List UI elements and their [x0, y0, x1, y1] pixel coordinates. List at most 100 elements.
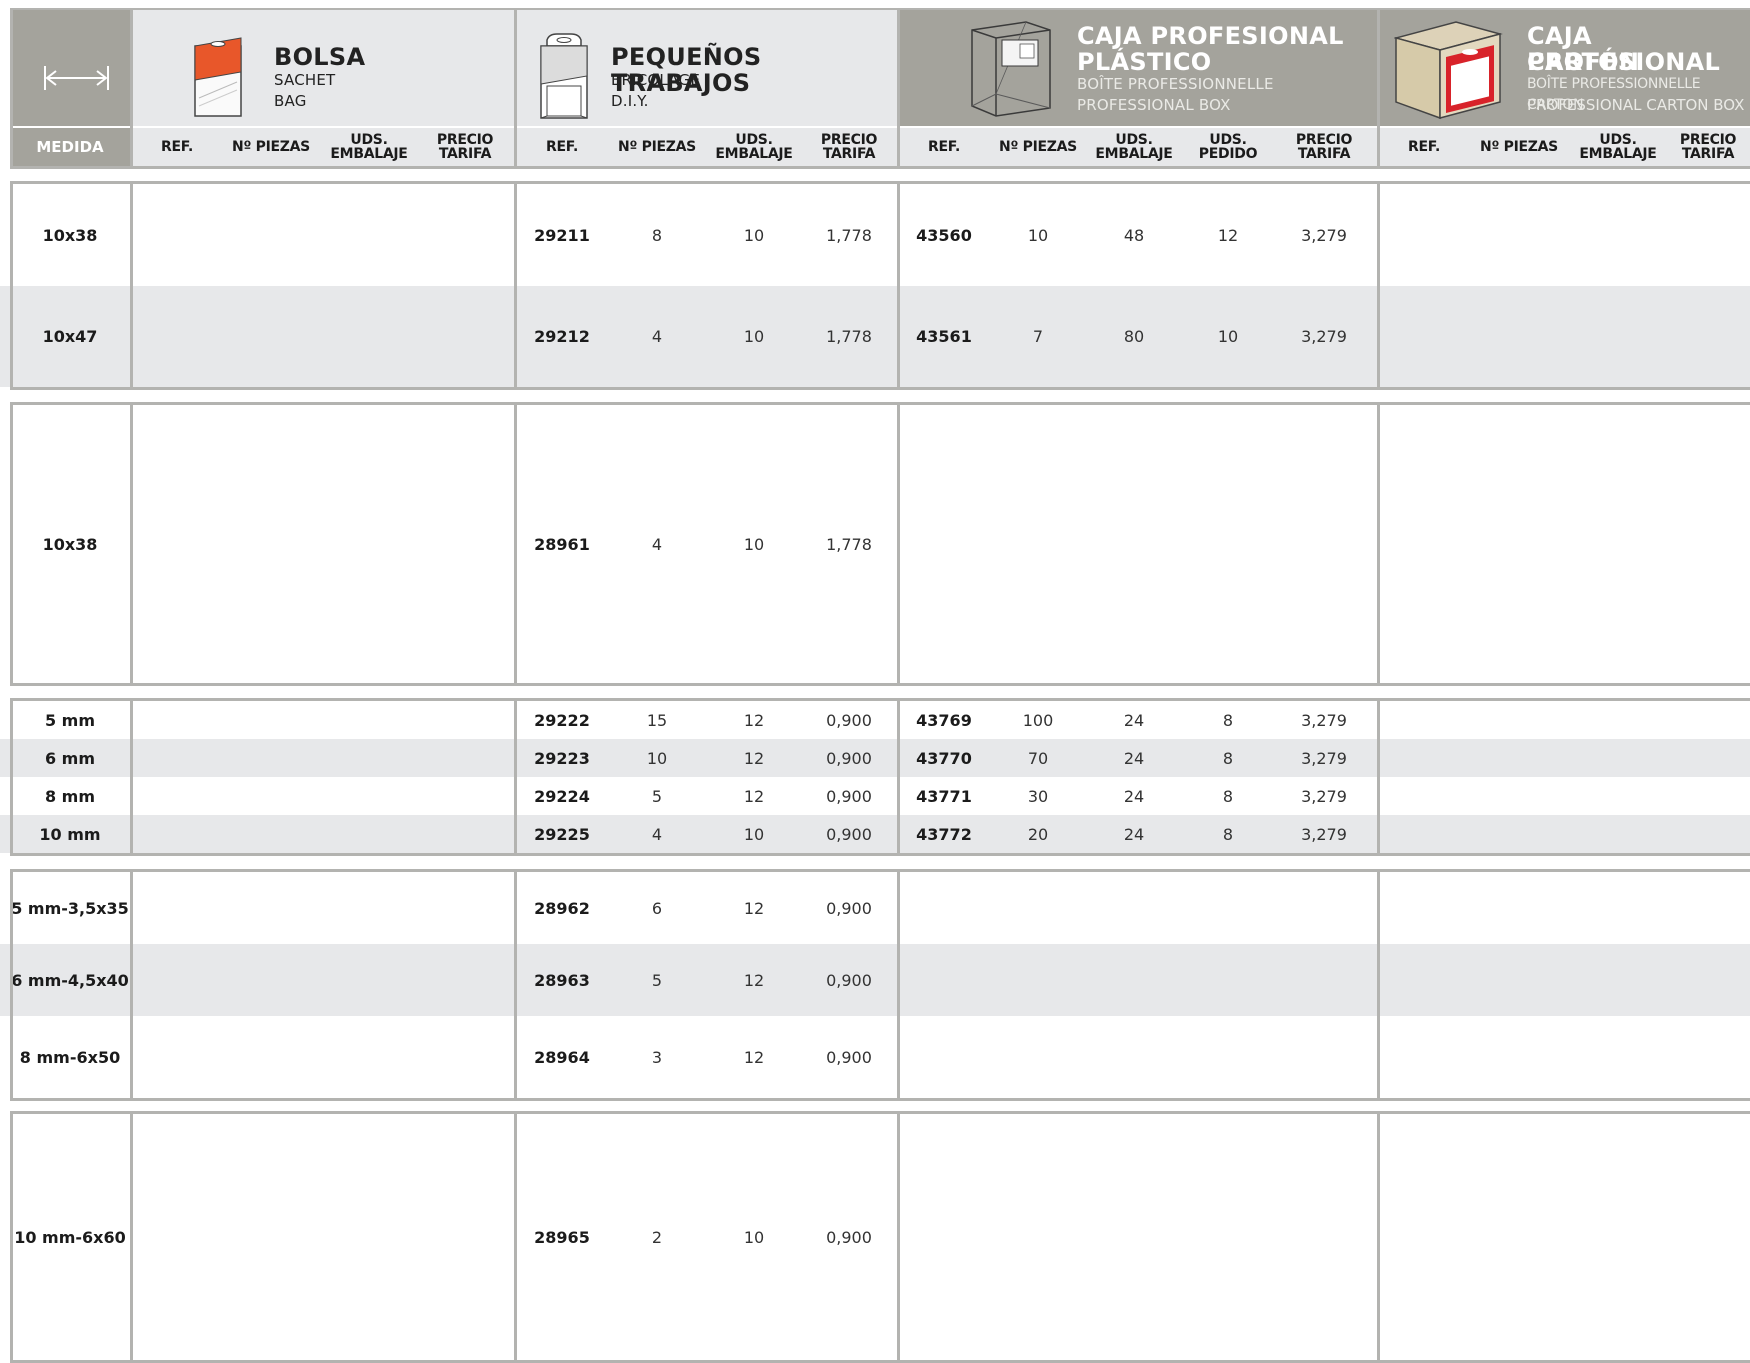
diy-blister-icon: [540, 33, 588, 119]
precio-cell: 1,778: [826, 534, 872, 554]
col-label-precio: PRECIO TARIFA: [436, 132, 494, 162]
ref-cell: 43771: [916, 786, 972, 806]
uds-embalaje-cell: 24: [1123, 824, 1145, 844]
piezas-cell: 20: [1027, 824, 1049, 844]
group-top-border: [10, 869, 1750, 872]
col-label-ref: REF.: [546, 139, 578, 155]
sachet-bag-icon: [194, 37, 242, 117]
header-divider: [514, 8, 517, 169]
table-row: 10x38 28961 4 10 1,778: [0, 405, 1750, 683]
piezas-cell: 8: [651, 225, 663, 245]
plastico-col-labels: REF. Nº PIEZAS UDS. EMBALAJE UDS. PEDIDO P…: [900, 128, 1377, 166]
uds-embalaje-cell: 12: [743, 786, 765, 806]
table-row: 10 mm-6x60 28965 2 10 0,900: [0, 1114, 1750, 1360]
column-divider: [897, 869, 900, 1101]
uds-embalaje-cell: 10: [743, 824, 765, 844]
medida-cell: 6 mm: [44, 748, 96, 768]
piezas-cell: 5: [651, 970, 663, 990]
column-divider: [514, 869, 517, 1101]
precio-cell: 0,900: [826, 1047, 872, 1067]
group-bottom-border: [10, 853, 1750, 856]
ref-cell: 43561: [916, 327, 972, 346]
table-row: 10 mm 29225 4 10 0,900 43772 20 24 8 3,279: [0, 815, 1750, 853]
piezas-cell: 70: [1027, 748, 1049, 768]
col-label-uds-pedido: UDS. PEDIDO: [1198, 132, 1258, 162]
column-divider: [1377, 402, 1380, 686]
piezas-cell: 5: [651, 786, 663, 806]
group-bottom-border: [10, 683, 1750, 686]
piezas-cell: 3: [651, 1047, 663, 1067]
table-row: 8 mm 29224 5 12 0,900 43771 30 24 8 3,279: [0, 777, 1750, 815]
uds-embalaje-cell: 12: [743, 970, 765, 990]
bolsa-col-labels: REF. Nº PIEZAS UDS. EMBALAJE PRECIO TARIFA: [133, 128, 514, 166]
uds-embalaje-cell: 48: [1123, 225, 1145, 245]
piezas-cell: 4: [651, 534, 663, 554]
plastic-box-icon: [971, 21, 1051, 117]
medida-cell: 10x47: [42, 327, 98, 346]
precio-cell: 3,279: [1301, 824, 1347, 844]
column-divider: [1377, 869, 1380, 1101]
piezas-cell: 15: [646, 710, 668, 730]
plastico-title-2: PLÁSTICO: [1077, 48, 1212, 76]
header-divider: [10, 8, 13, 169]
header-bottom-border: [10, 166, 1750, 169]
col-label-ref: REF.: [1408, 139, 1440, 155]
column-divider: [897, 1111, 900, 1363]
column-divider: [10, 181, 13, 390]
plastico-sub2: PROFESSIONAL BOX: [1077, 96, 1231, 114]
precio-cell: 3,279: [1301, 327, 1347, 346]
uds-embalaje-cell: 24: [1123, 710, 1145, 730]
carton-title-2: CARTÓN: [1527, 48, 1640, 76]
col-label-uds-embalaje: UDS. EMBALAJE: [715, 132, 793, 162]
uds-embalaje-cell: 80: [1123, 327, 1145, 346]
carton-header: CAJA PROFESIONAL CARTÓN BOÎTE PROFESSION…: [1380, 10, 1750, 126]
precio-cell: 3,279: [1301, 710, 1347, 730]
medida-label-cell: MEDIDA: [10, 128, 130, 166]
ref-cell: 28964: [534, 1047, 590, 1067]
ref-cell: 29211: [534, 225, 590, 245]
column-divider: [1377, 698, 1380, 856]
col-label-uds-embalaje: UDS. EMBALAJE: [1095, 132, 1173, 162]
pequenos-col-labels: REF. Nº PIEZAS UDS. EMBALAJE PRECIO TARIFA: [517, 128, 897, 166]
uds-pedido-cell: 8: [1222, 748, 1234, 768]
ref-cell: 29224: [534, 786, 590, 806]
uds-embalaje-cell: 10: [743, 225, 765, 245]
piezas-cell: 100: [1022, 710, 1054, 730]
plastico-header: CAJA PROFESIONAL PLÁSTICO BOÎTE PROFESSI…: [900, 10, 1377, 126]
precio-cell: 0,900: [826, 970, 872, 990]
column-divider: [1377, 181, 1380, 390]
column-divider: [10, 698, 13, 856]
uds-pedido-cell: 8: [1222, 786, 1234, 806]
column-divider: [514, 698, 517, 856]
carton-sub2: PROFESSIONAL CARTON BOX: [1527, 96, 1745, 114]
row-group: 10 mm-6x60 28965 2 10 0,900: [0, 1111, 1750, 1363]
row-group: 10x38 29211 8 10 1,778 43560 10 48 12 3,279 10x47 2…: [0, 181, 1750, 390]
piezas-cell: 10: [646, 748, 668, 768]
ref-cell: 43770: [916, 748, 972, 768]
medida-cell: 10x38: [42, 225, 98, 245]
ref-cell: 28962: [534, 898, 590, 918]
ref-cell: 29212: [534, 327, 590, 346]
group-top-border: [10, 181, 1750, 184]
ref-cell: 28961: [534, 534, 590, 554]
medida-header: [10, 10, 130, 126]
piezas-cell: 30: [1027, 786, 1049, 806]
col-label-piezas: Nº PIEZAS: [1480, 139, 1558, 155]
col-label-uds-embalaje: UDS. EMBALAJE: [1579, 132, 1657, 162]
bolsa-sub1: SACHET: [274, 71, 336, 89]
plastico-title-1: CAJA PROFESIONAL: [1077, 22, 1344, 50]
row-group: 5 mm 29222 15 12 0,900 43769 100 24 8 3,279 6 mm 29…: [0, 698, 1750, 856]
precio-cell: 0,900: [826, 710, 872, 730]
group-top-border: [10, 402, 1750, 405]
uds-embalaje-cell: 12: [743, 748, 765, 768]
precio-cell: 3,279: [1301, 748, 1347, 768]
precio-cell: 1,778: [826, 225, 872, 245]
ref-cell: 29223: [534, 748, 590, 768]
column-divider: [130, 402, 133, 686]
col-label-precio: PRECIO TARIFA: [820, 132, 878, 162]
group-bottom-border: [10, 387, 1750, 390]
medida-cell: 8 mm-6x50: [19, 1047, 121, 1067]
header-divider: [897, 8, 900, 169]
table-row: 10x47 29212 4 10 1,778 43561 7 80 10 3,279: [0, 286, 1750, 387]
bolsa-sub2: BAG: [274, 92, 307, 110]
